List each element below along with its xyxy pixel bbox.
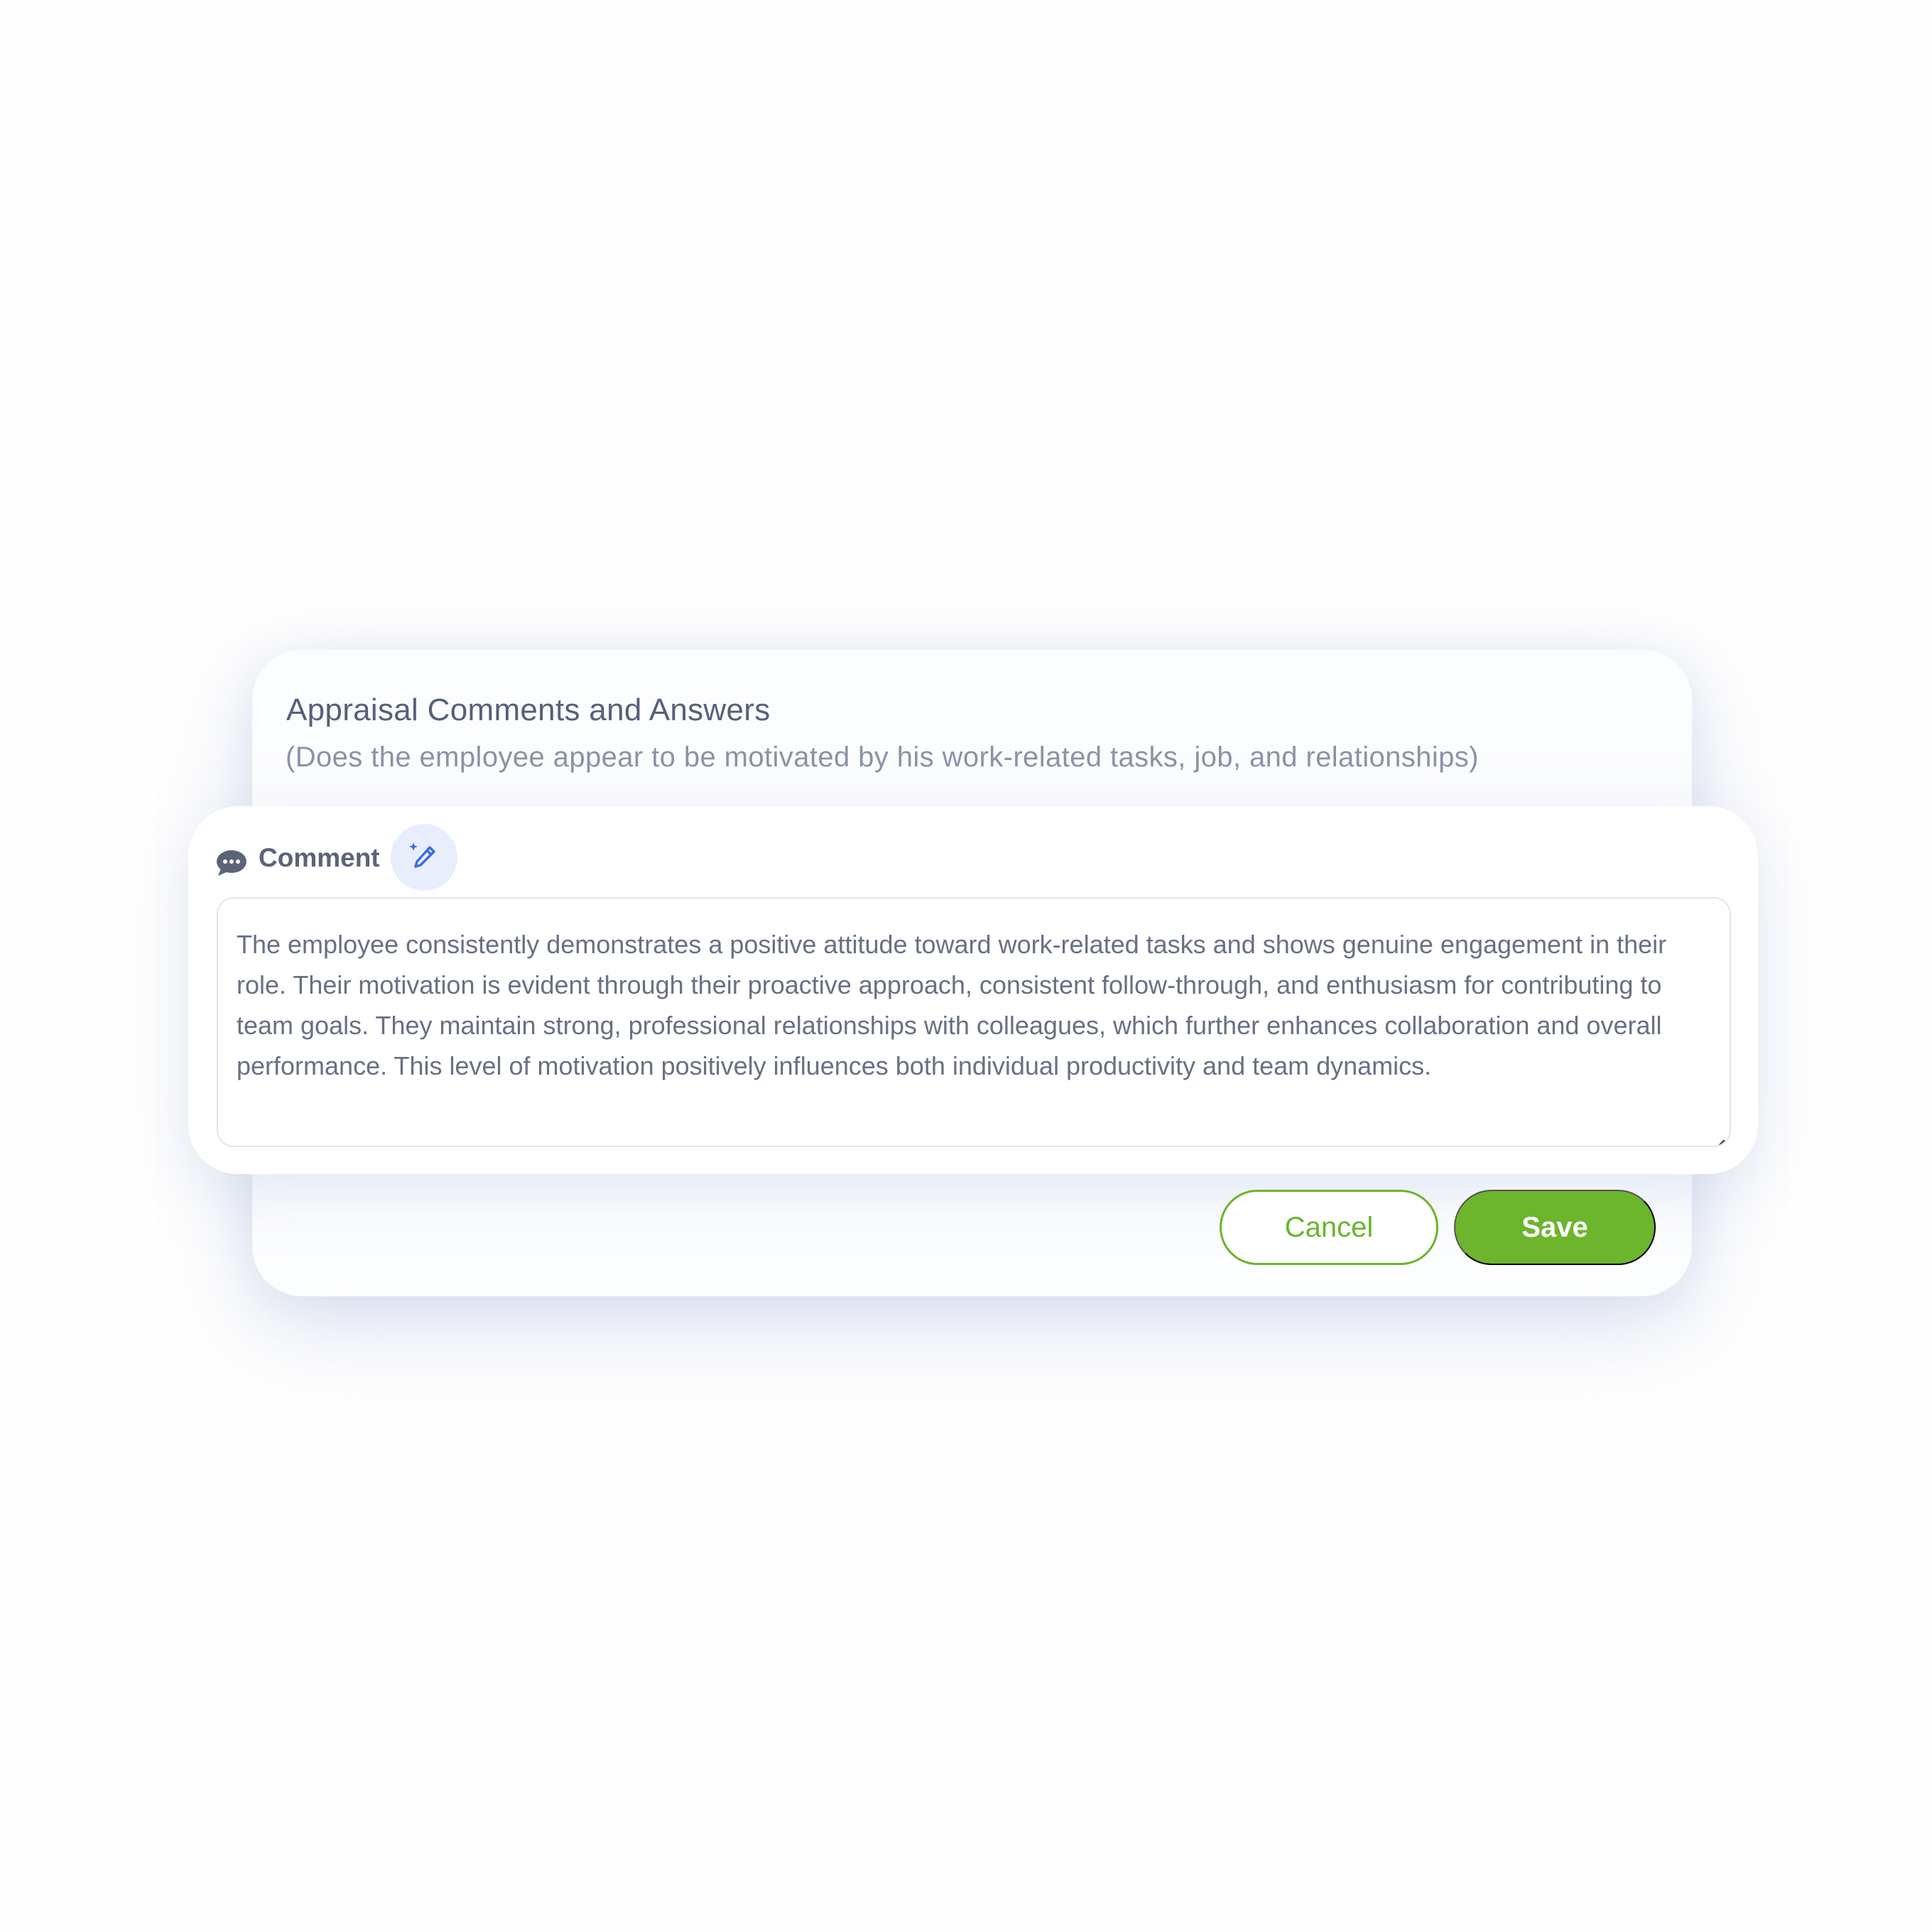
comment-text: The employee consistently demonstrates a… — [237, 930, 1667, 1080]
cancel-button[interactable]: Cancel — [1220, 1190, 1438, 1265]
comment-panel: Comment The employee consistently demons… — [188, 806, 1758, 1174]
ai-write-button[interactable] — [391, 824, 457, 891]
comment-label: Comment — [259, 843, 380, 872]
resize-handle-icon[interactable] — [1708, 1124, 1725, 1146]
chat-bubble-icon — [215, 849, 248, 877]
magic-pen-icon — [408, 840, 440, 875]
comment-textarea[interactable]: The employee consistently demonstrates a… — [217, 897, 1731, 1147]
question-text: (Does the employee appear to be motivate… — [286, 742, 1479, 773]
save-button[interactable]: Save — [1454, 1190, 1656, 1265]
section-title: Appraisal Comments and Answers — [286, 693, 771, 727]
